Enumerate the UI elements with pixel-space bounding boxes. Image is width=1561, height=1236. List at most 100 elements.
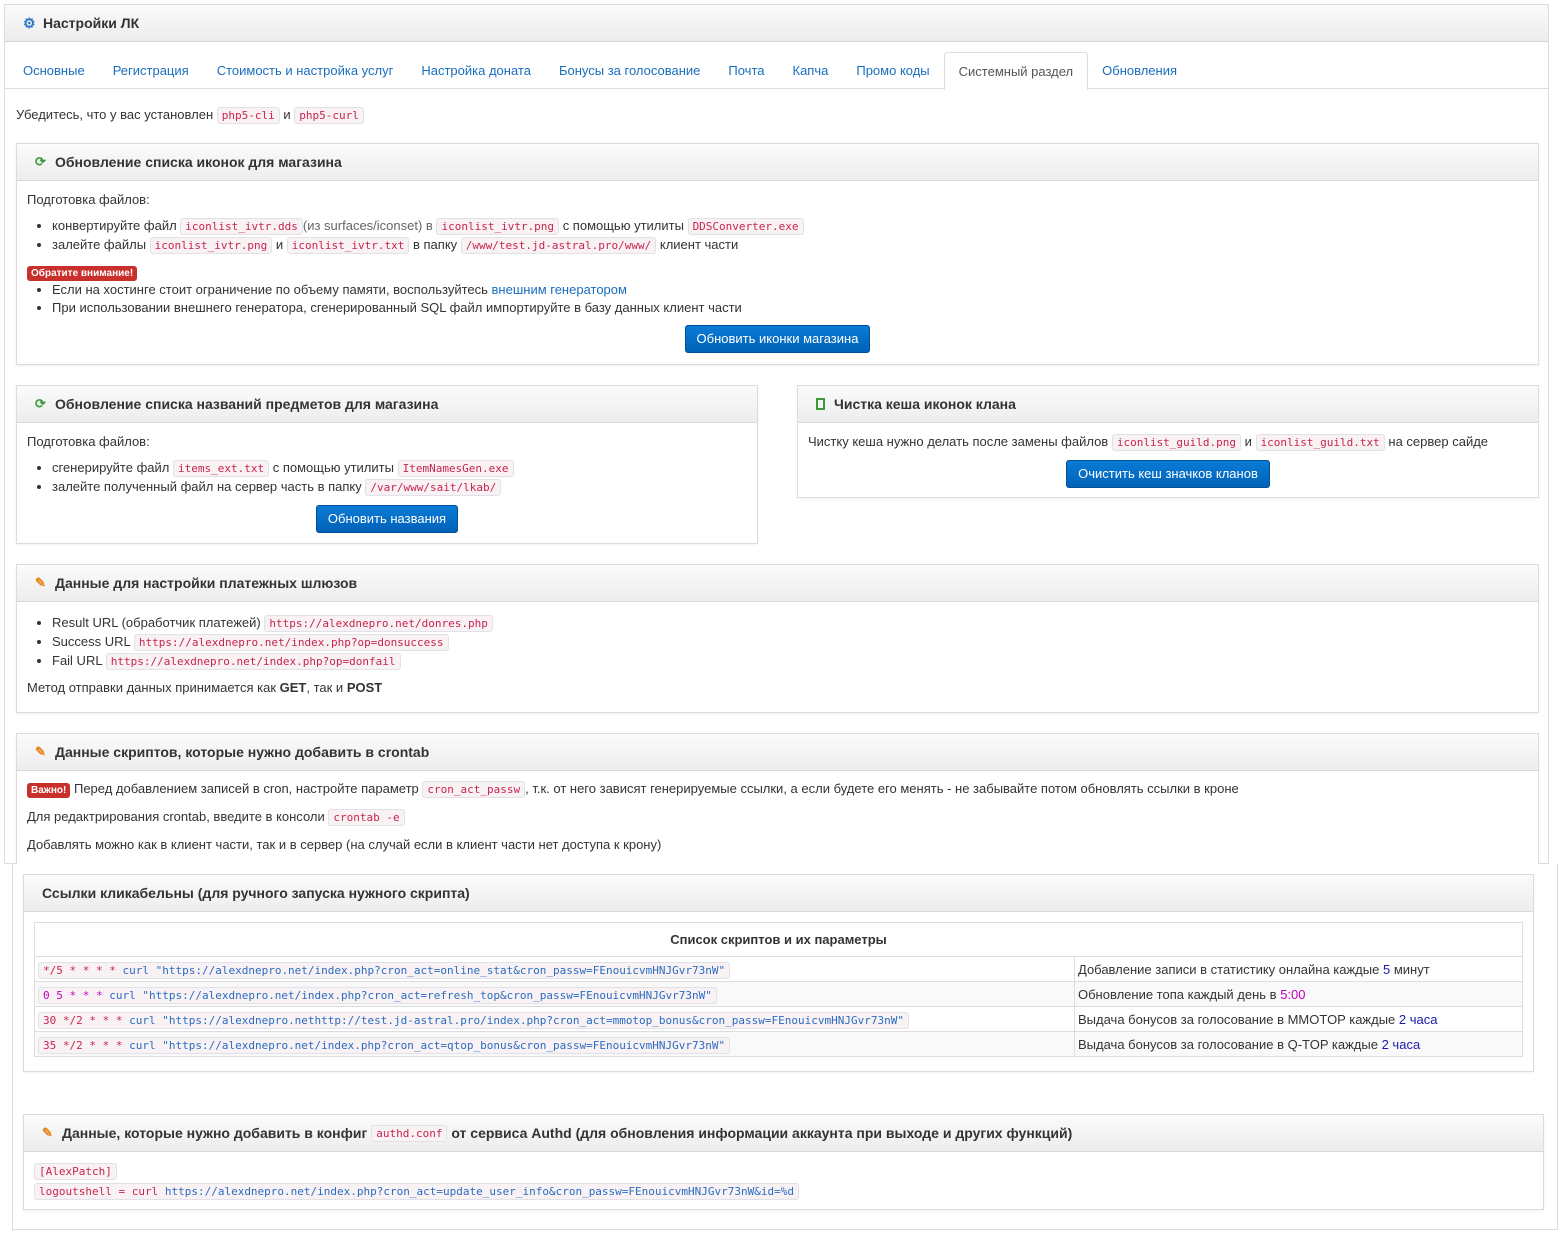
warning-badge: Обратите внимание! bbox=[27, 266, 138, 281]
clan-cache-header: Чистка кеша иконок клана bbox=[798, 386, 1538, 423]
row-description: Выдача бонусов за голосование в MMOTOP к… bbox=[1074, 1006, 1523, 1032]
code-config: authd.conf bbox=[371, 1124, 448, 1142]
tab-system[interactable]: Системный раздел bbox=[943, 52, 1089, 90]
tab-donate[interactable]: Настройка доната bbox=[407, 52, 545, 89]
code-file: iconlist_ivtr.png bbox=[149, 237, 273, 254]
pencil-icon: ✎ bbox=[35, 744, 46, 759]
list-item: сгенерируйте файл items_ext.txt с помощь… bbox=[52, 459, 747, 478]
code-file: DDSConverter.exe bbox=[687, 218, 804, 235]
icons-update-panel: ⟳ Обновление списка иконок для магазина … bbox=[16, 143, 1539, 365]
clan-cache-text: Чистку кеша нужно делать после замены фа… bbox=[808, 434, 1489, 451]
code-file: ItemNamesGen.exe bbox=[397, 460, 514, 477]
update-names-button[interactable]: Обновить названия bbox=[315, 505, 459, 533]
list-item: конвертируйте файл iconlist_ivtr.dds(из … bbox=[52, 217, 1528, 236]
authd-header: ✎ Данные, которые нужно добавить в конфи… bbox=[24, 1115, 1543, 1152]
cron-line[interactable]: 35 */2 * * * curl "https://alexdnepro.ne… bbox=[38, 1036, 731, 1054]
gear-icon: ⚙ bbox=[23, 15, 36, 31]
table-row: 30 */2 * * * curl "https://alexdnepro.ne… bbox=[34, 1006, 1523, 1032]
important-badge: Важно! bbox=[27, 783, 71, 798]
cron-line[interactable]: 30 */2 * * * curl "https://alexdnepro.ne… bbox=[38, 1011, 909, 1029]
intro-line: Убедитесь, что у вас установлен php5-cli… bbox=[16, 107, 364, 124]
update-shop-icons-button[interactable]: Обновить иконки магазина bbox=[684, 325, 871, 353]
method-text: Метод отправки данных принимается как GE… bbox=[27, 680, 383, 695]
pencil-icon: ✎ bbox=[35, 575, 46, 590]
settings-header: ⚙ Настройки ЛК bbox=[5, 5, 1548, 42]
prep-text: Подготовка файлов: bbox=[27, 434, 150, 449]
page-title: Настройки ЛК bbox=[43, 15, 140, 31]
row-description: Добавление записи в статистику онлайна к… bbox=[1074, 956, 1523, 982]
cron-line[interactable]: */5 * * * * curl "https://alexdnepro.net… bbox=[38, 961, 731, 979]
success-url: https://alexdnepro.net/index.php?op=dons… bbox=[133, 634, 449, 651]
clan-cache-panel: Чистка кеша иконок клана Чистку кеша нуж… bbox=[797, 385, 1539, 498]
important-line: Важно! Перед добавлением записей в cron,… bbox=[27, 780, 1528, 799]
tab-main[interactable]: Основные bbox=[9, 52, 99, 89]
list-item: Result URL (обработчик платежей) https:/… bbox=[52, 614, 1528, 633]
prep-text: Подготовка файлов: bbox=[27, 192, 150, 207]
config-line: logoutshell = curl https://alexdnepro.ne… bbox=[34, 1183, 799, 1200]
config-section: [AlexPatch] bbox=[34, 1163, 117, 1180]
settings-window: ⚙ Настройки ЛК Основные Регистрация Стои… bbox=[4, 4, 1549, 868]
code-php5-curl: php5-curl bbox=[294, 107, 364, 124]
clan-square-icon bbox=[816, 398, 825, 410]
clan-cache-title: Чистка кеша иконок клана bbox=[834, 396, 1016, 412]
authd-panel: ✎ Данные, которые нужно добавить в конфи… bbox=[23, 1114, 1544, 1210]
row-description: Выдача бонусов за голосование в Q-TOP ка… bbox=[1074, 1031, 1523, 1057]
links-title: Ссылки кликабельны (для ручного запуска … bbox=[42, 885, 470, 901]
row-description: Обновление топа каждый день в 5:00 bbox=[1074, 981, 1523, 1007]
list-item: Success URL https://alexdnepro.net/index… bbox=[52, 633, 1528, 652]
code-file: iconlist_ivtr.dds bbox=[180, 218, 303, 235]
table-row: 35 */2 * * * curl "https://alexdnepro.ne… bbox=[34, 1031, 1523, 1057]
scripts-table-title: Список скриптов и их параметры bbox=[34, 922, 1523, 957]
result-url: https://alexdnepro.net/donres.php bbox=[264, 615, 493, 632]
code-path: /var/www/sait/lkab/ bbox=[365, 479, 502, 496]
table-row: 0 5 * * * curl "https://alexdnepro.net/i… bbox=[34, 981, 1523, 1007]
intro-and: и bbox=[283, 107, 291, 122]
links-panel: Ссылки кликабельны (для ручного запуска … bbox=[23, 874, 1534, 1072]
clear-clan-cache-button[interactable]: Очистить кеш значков кланов bbox=[1066, 460, 1270, 488]
names-update-header: ⟳ Обновление списка названий предметов д… bbox=[17, 386, 757, 423]
icons-update-header: ⟳ Обновление списка иконок для магазина bbox=[17, 144, 1538, 181]
list-item: Fail URL https://alexdnepro.net/index.ph… bbox=[52, 652, 1528, 671]
tab-mail[interactable]: Почта bbox=[714, 52, 778, 89]
payments-title: Данные для настройки платежных шлюзов bbox=[55, 575, 358, 591]
tab-promo[interactable]: Промо коды bbox=[842, 52, 943, 89]
cron-header: ✎ Данные скриптов, которые нужно добавит… bbox=[17, 734, 1538, 771]
code-file: iconlist_guild.png bbox=[1111, 434, 1242, 451]
tab-registration[interactable]: Регистрация bbox=[99, 52, 203, 89]
names-update-panel: ⟳ Обновление списка названий предметов д… bbox=[16, 385, 758, 544]
code-file: iconlist_ivtr.png bbox=[436, 218, 560, 235]
code-file: iconlist_ivtr.txt bbox=[286, 237, 410, 254]
tab-bar: Основные Регистрация Стоимость и настрой… bbox=[5, 52, 1548, 90]
list-item: залейте полученный файл на сервер часть … bbox=[52, 478, 747, 497]
links-header: Ссылки кликабельны (для ручного запуска … bbox=[24, 875, 1533, 912]
tab-captcha[interactable]: Капча bbox=[779, 52, 843, 89]
intro-text: Убедитесь, что у вас установлен bbox=[16, 107, 214, 122]
tab-vote-bonus[interactable]: Бонусы за голосование bbox=[545, 52, 714, 89]
code-file: items_ext.txt bbox=[172, 460, 270, 477]
icons-update-title: Обновление списка иконок для магазина bbox=[55, 154, 342, 170]
list-item: Если на хостинге стоит ограничение по об… bbox=[52, 281, 1528, 299]
names-update-title: Обновление списка названий предметов для… bbox=[55, 396, 439, 412]
code-param: cron_act_passw bbox=[422, 781, 526, 798]
table-row: */5 * * * * curl "https://alexdnepro.net… bbox=[34, 956, 1523, 982]
payments-panel: ✎ Данные для настройки платежных шлюзов … bbox=[16, 564, 1539, 713]
list-item: При использовании внешнего генератора, с… bbox=[52, 299, 1528, 317]
tab-updates[interactable]: Обновления bbox=[1088, 52, 1191, 89]
code-command: crontab -e bbox=[328, 809, 405, 826]
refresh-icon: ⟳ bbox=[35, 154, 46, 169]
add-line: Добавлять можно как в клиент части, так … bbox=[27, 837, 662, 852]
external-generator-link[interactable]: внешним генератором bbox=[492, 282, 627, 297]
scripts-table: Список скриптов и их параметры */5 * * *… bbox=[34, 922, 1523, 1057]
code-file: iconlist_guild.txt bbox=[1255, 434, 1385, 451]
tab-services[interactable]: Стоимость и настройка услуг bbox=[203, 52, 408, 89]
code-path: /www/test.jd-astral.pro/www/ bbox=[460, 237, 657, 254]
pencil-icon: ✎ bbox=[42, 1125, 53, 1140]
edit-line: Для редактрирования crontab, введите в к… bbox=[27, 808, 1528, 827]
cron-line[interactable]: 0 5 * * * curl "https://alexdnepro.net/i… bbox=[38, 986, 717, 1004]
cron-panel: ✎ Данные скриптов, которые нужно добавит… bbox=[16, 733, 1539, 868]
code-php5-cli: php5-cli bbox=[216, 107, 280, 124]
cron-title: Данные скриптов, которые нужно добавить … bbox=[55, 744, 430, 760]
list-item: залейте файлы iconlist_ivtr.png и iconli… bbox=[52, 236, 1528, 255]
refresh-icon: ⟳ bbox=[35, 396, 46, 411]
fail-url: https://alexdnepro.net/index.php?op=donf… bbox=[105, 653, 401, 670]
